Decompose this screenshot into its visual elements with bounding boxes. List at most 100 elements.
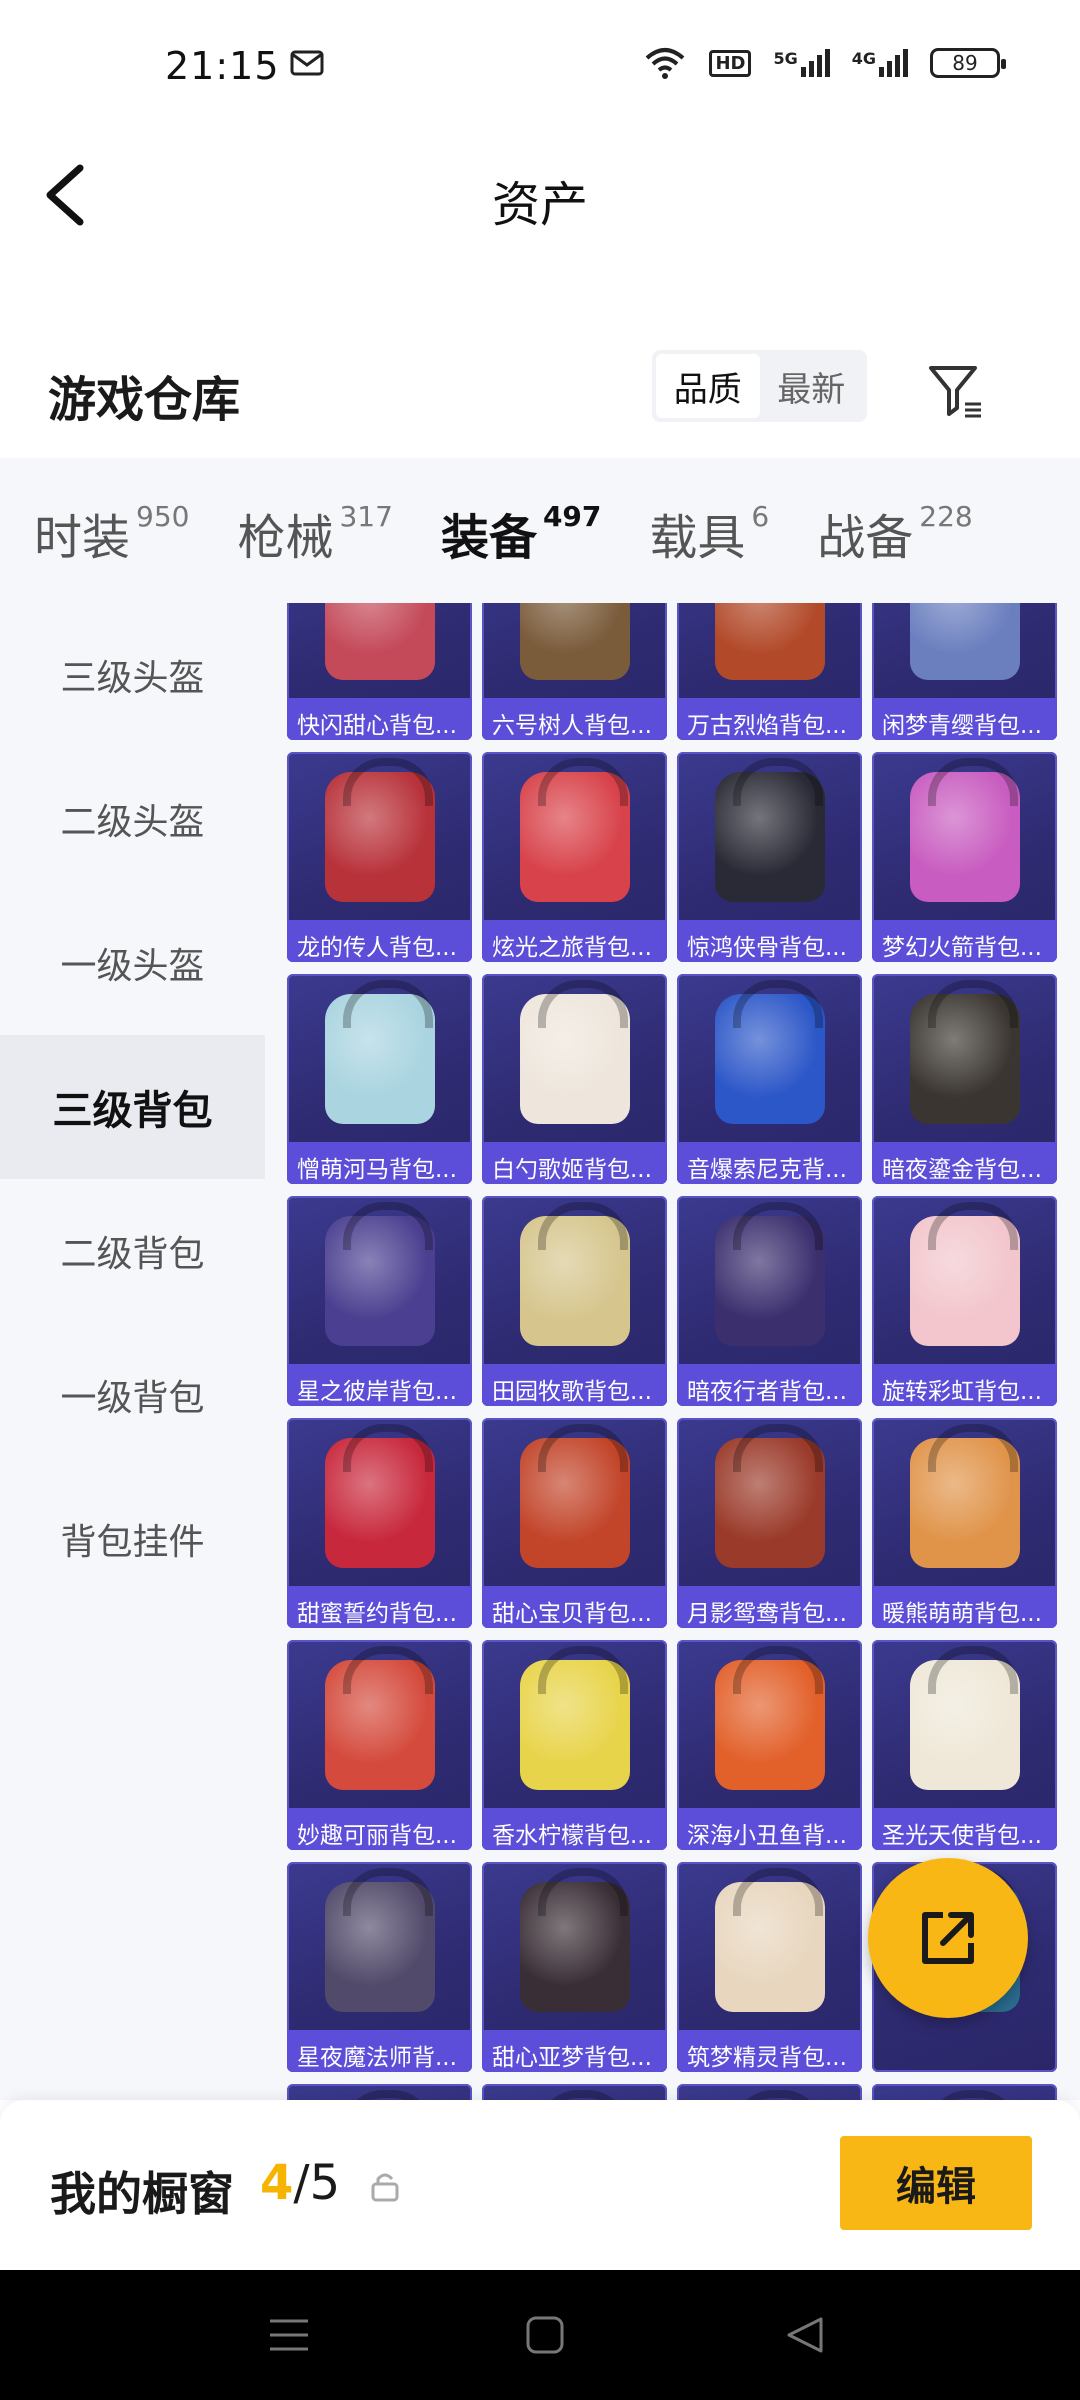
sort-newest-button[interactable]: 最新 [760,354,864,418]
item-name: 甜蜜誓约背包... [287,1586,472,1628]
item-card[interactable]: 龙的传人背包... [287,752,472,962]
item-card[interactable]: 圣光天使背包... [872,1640,1057,1850]
tab-fashion[interactable]: 时装 950 [34,498,189,568]
item-name: 龙的传人背包... [287,920,472,962]
item-card[interactable]: 暗夜行者背包... [677,1196,862,1406]
item-name: 炫光之旅背包... [482,920,667,962]
backpack-image [324,980,435,1124]
item-name: 快闪甜心背包... [287,698,472,740]
side-item-helmet-2[interactable]: 二级头盔 [0,747,265,891]
showcase-count: 4/5 [260,2155,341,2211]
item-name: 深海小丑鱼背... [677,1808,862,1850]
backpack-image [714,1424,825,1568]
backpack-image [519,603,630,680]
item-name: 音爆索尼克背... [677,1142,862,1184]
item-card[interactable] [677,2084,862,2100]
item-name: 筑梦精灵背包... [677,2030,862,2072]
backpack-image [909,758,1020,902]
item-name: 暗夜鎏金背包... [872,1142,1057,1184]
backpack-image [519,1202,630,1346]
tab-supplies[interactable]: 战备 228 [817,498,972,568]
home-icon[interactable] [525,2315,565,2355]
status-bar: 21:15 HD 5G 4G 89 [0,0,1080,130]
item-card[interactable]: 甜心亚梦背包... [482,1862,667,2072]
side-item-backpack-charm[interactable]: 背包挂件 [0,1467,265,1611]
page-title: 资产 [491,177,588,233]
item-name: 星之彼岸背包... [287,1364,472,1406]
item-card[interactable]: 暗夜鎏金背包... [872,974,1057,1184]
side-item-helmet-1[interactable]: 一级头盔 [0,891,265,1035]
item-card[interactable]: 香水柠檬背包... [482,1640,667,1850]
hd-icon: HD [709,49,752,77]
item-card[interactable]: 惊鸿侠骨背包... [677,752,862,962]
filter-icon[interactable] [925,360,985,420]
signal-5g-icon: 5G [773,49,830,77]
side-item-backpack-2[interactable]: 二级背包 [0,1179,265,1323]
backpack-image [324,1202,435,1346]
item-card[interactable]: 甜蜜誓约背包... [287,1418,472,1628]
item-card[interactable]: 六号树人背包... [482,603,667,740]
battery-icon: 89 [930,48,1006,78]
item-card[interactable] [287,2084,472,2100]
item-card[interactable]: 憎萌河马背包... [287,974,472,1184]
backpack-image [519,1424,630,1568]
item-card[interactable]: 闲梦青缨背包... [872,603,1057,740]
backpack-image [714,603,825,680]
item-card[interactable]: 旋转彩虹背包... [872,1196,1057,1406]
tab-equipment[interactable]: 装备 497 [441,498,601,615]
side-item-helmet-3[interactable]: 三级头盔 [0,603,265,747]
item-name: 田园牧歌背包... [482,1364,667,1406]
item-card[interactable]: 白勺歌姬背包... [482,974,667,1184]
item-card[interactable]: 暖熊萌萌背包... [872,1418,1057,1628]
warehouse-title: 游戏仓库 [48,372,241,428]
item-card[interactable] [482,2084,667,2100]
item-card[interactable]: 万古烈焰背包... [677,603,862,740]
item-name: 甜心亚梦背包... [482,2030,667,2072]
backpack-image [324,1868,435,2012]
side-item-backpack-3[interactable]: 三级背包 [0,1035,265,1179]
showcase-bar: 我的橱窗 4/5 编辑 [0,2100,1080,2270]
showcase-label: 我的橱窗 [50,2167,234,2221]
item-name: 白勺歌姬背包... [482,1142,667,1184]
item-card[interactable]: 田园牧歌背包... [482,1196,667,1406]
item-name: 闲梦青缨背包... [872,698,1057,740]
tab-vehicles[interactable]: 载具 6 [649,498,769,568]
lock-icon [371,2173,399,2202]
backpack-image [909,603,1020,680]
mail-notification-icon [290,50,324,76]
item-card[interactable]: 筑梦精灵背包... [677,1862,862,2072]
share-button[interactable] [868,1858,1028,2018]
backpack-image [909,1646,1020,1790]
item-card[interactable]: 炫光之旅背包... [482,752,667,962]
back-icon[interactable] [785,2315,825,2355]
item-card[interactable]: 星夜魔法师背... [287,1862,472,2072]
backpack-image [324,603,435,680]
item-card[interactable]: 妙趣可丽背包... [287,1640,472,1850]
backpack-image [324,1424,435,1568]
item-name: 六号树人背包... [482,698,667,740]
backpack-image [519,980,630,1124]
backpack-image [714,980,825,1124]
backpack-image [714,1646,825,1790]
item-card[interactable]: 梦幻火箭背包... [872,752,1057,962]
backpack-image [909,1424,1020,1568]
backpack-image [324,758,435,902]
item-name: 圣光天使背包... [872,1808,1057,1850]
item-card[interactable]: 甜心宝贝背包... [482,1418,667,1628]
wifi-icon [646,48,685,79]
item-card[interactable]: 星之彼岸背包... [287,1196,472,1406]
sort-toggle: 品质 最新 [652,350,867,422]
top-nav: 资产 [0,130,1080,250]
edit-button[interactable]: 编辑 [840,2136,1032,2230]
sort-quality-button[interactable]: 品质 [656,354,760,418]
item-card[interactable]: 快闪甜心背包... [287,603,472,740]
item-card[interactable]: 深海小丑鱼背... [677,1640,862,1850]
category-tabs: 时装 950 枪械 317 装备 497 载具 6 战备 228 [0,458,1080,615]
item-card[interactable]: 月影鸳鸯背包... [677,1418,862,1628]
tab-weapons[interactable]: 枪械 317 [237,498,392,568]
side-item-backpack-1[interactable]: 一级背包 [0,1323,265,1467]
item-name: 梦幻火箭背包... [872,920,1057,962]
menu-icon[interactable] [268,2315,310,2355]
item-card[interactable]: 音爆索尼克背... [677,974,862,1184]
item-card[interactable] [872,2084,1057,2100]
